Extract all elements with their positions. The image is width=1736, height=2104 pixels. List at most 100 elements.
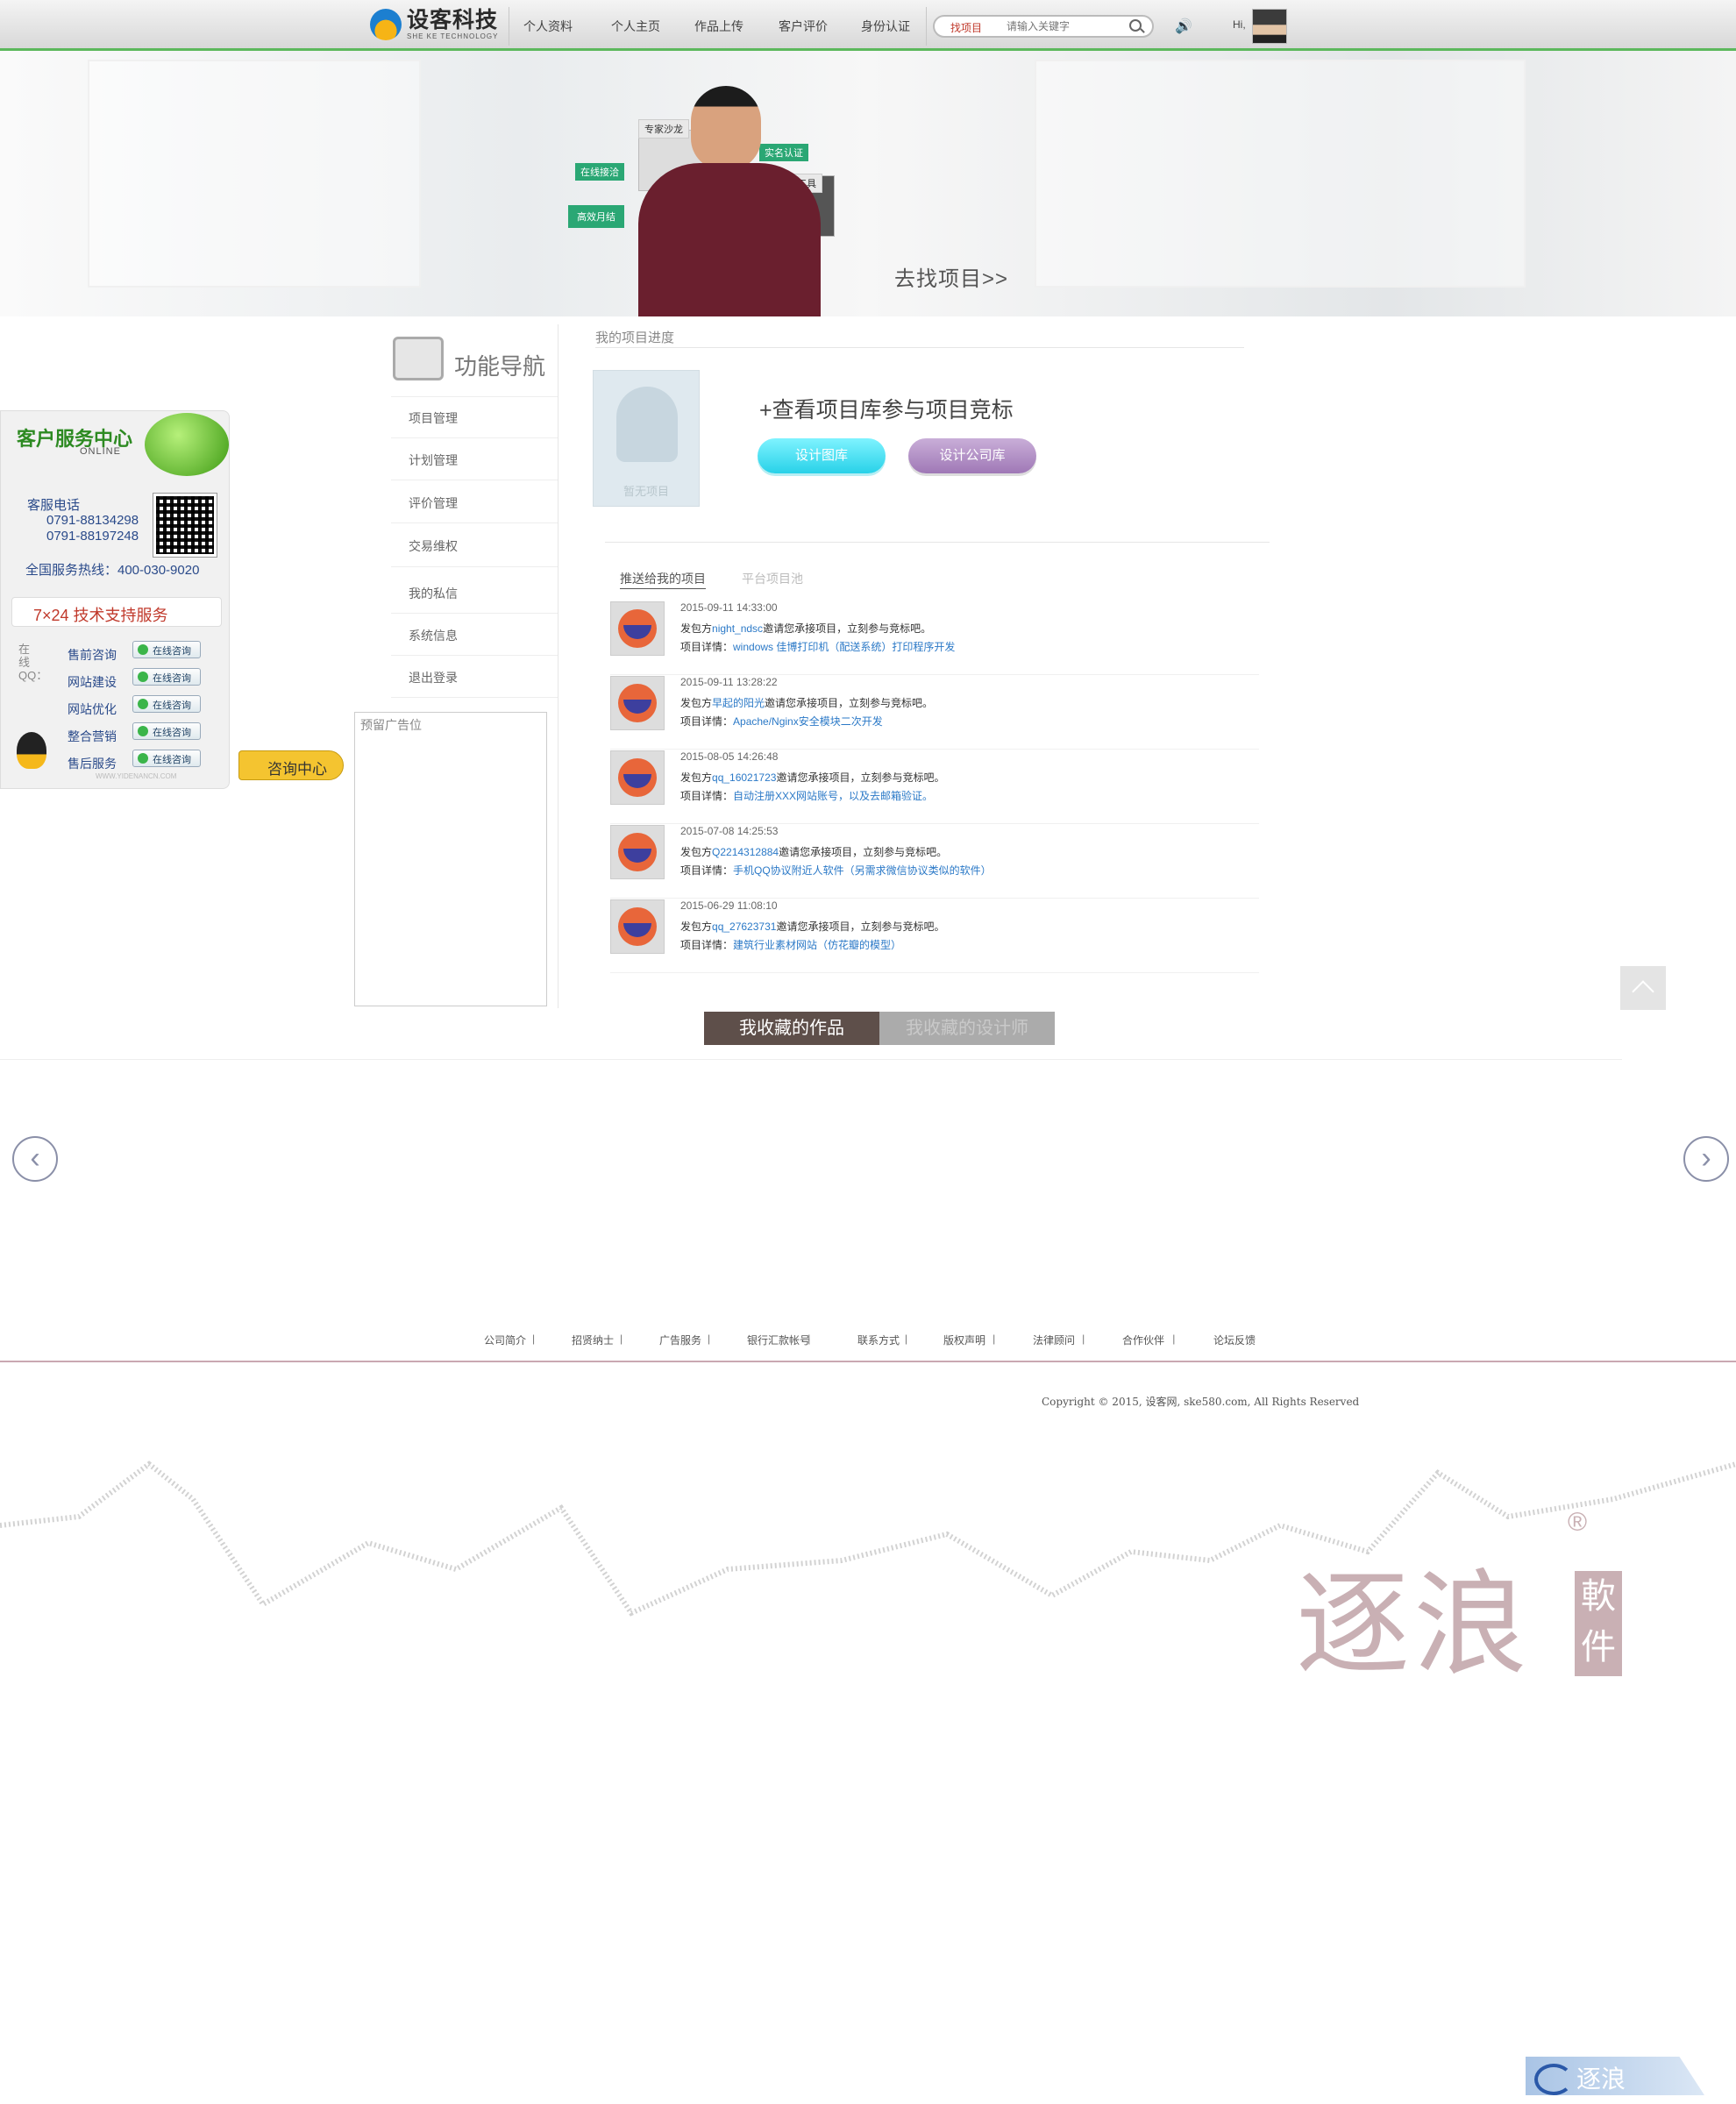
- sound-icon[interactable]: 🔊: [1175, 18, 1192, 34]
- detail-prefix: 项目详情：: [680, 939, 734, 951]
- project-item: 2015-09-11 13:28:22 发包方早起的阳光邀请您承接项目，立刻参与竞…: [610, 676, 1259, 750]
- footer-separator: |: [993, 1333, 996, 1345]
- service-online: ONLINE: [80, 446, 121, 457]
- support-banner: 7×24 技术支持服务: [11, 597, 222, 627]
- customer-service-widget: 客户服务中心 ONLINE 客服电话 0791-88134298 0791-88…: [0, 410, 230, 789]
- project-detail-link[interactable]: windows 佳博打印机（配送系统）打印程序开发: [733, 641, 955, 653]
- detail-line: 项目详情：自动注册XXX网站账号，以及去邮箱验证。: [680, 788, 933, 803]
- find-project-link[interactable]: 去找项目>>: [894, 261, 1008, 292]
- func-nav-title: 功能导航: [454, 353, 546, 380]
- carousel-next-icon[interactable]: ›: [1683, 1136, 1729, 1182]
- footer-link[interactable]: 广告服务: [659, 1333, 701, 1347]
- client-logo-icon: [610, 825, 665, 879]
- tag-online: 在线接洽: [575, 163, 624, 181]
- tab-pushed-projects[interactable]: 推送给我的项目: [620, 570, 706, 589]
- nav-upload[interactable]: 作品上传: [694, 18, 743, 35]
- nav-divider: [391, 655, 558, 656]
- service-phone-2: 0791-88197248: [46, 529, 139, 544]
- footer-link[interactable]: 论坛反馈: [1213, 1333, 1256, 1347]
- brand-watermark: 逐浪: [1296, 1558, 1532, 1691]
- online-consult-button[interactable]: 在线咨询: [132, 722, 201, 740]
- carousel-prev-icon[interactable]: ‹: [12, 1136, 58, 1182]
- tag-monthly: 高效月结: [568, 205, 624, 228]
- online-qq-label: 在线QQ：: [18, 643, 48, 682]
- client-link[interactable]: Q2214312884: [712, 846, 779, 858]
- nav-divider: [391, 697, 558, 698]
- project-item: 2015-09-11 14:33:00 发包方night_ndsc邀请您承接项目，…: [610, 601, 1259, 675]
- window-decoration: [1035, 60, 1526, 288]
- footer-link[interactable]: 版权声明: [943, 1333, 985, 1347]
- func-nav-plans[interactable]: 计划管理: [409, 451, 458, 469]
- online-consult-button[interactable]: 在线咨询: [132, 750, 201, 767]
- client-logo-icon: [610, 750, 665, 805]
- online-consult-button[interactable]: 在线咨询: [132, 695, 201, 713]
- section-divider: [595, 347, 1244, 348]
- footer-separator: |: [620, 1333, 623, 1345]
- client-link[interactable]: night_ndsc: [712, 622, 763, 635]
- func-nav-messages[interactable]: 我的私信: [409, 585, 458, 602]
- client-link[interactable]: 早起的阳光: [712, 697, 765, 709]
- search-type-select[interactable]: 找项目: [950, 20, 982, 35]
- registered-mark: ®: [1568, 1508, 1588, 1537]
- view-library-link[interactable]: +查看项目库参与项目竞标: [759, 393, 1014, 424]
- folder-icon: [393, 337, 444, 380]
- service-phone-label: 客服电话: [27, 498, 81, 513]
- project-detail-link[interactable]: 手机QQ协议附近人软件（另需求微信协议类似的软件）: [733, 864, 992, 877]
- ad-placeholder: 预留广告位: [354, 712, 547, 1006]
- search-input[interactable]: [1007, 18, 1121, 34]
- project-detail-link[interactable]: 自动注册XXX网站账号，以及去邮箱验证。: [733, 790, 933, 802]
- qr-code: [153, 493, 217, 558]
- invite-suffix: 邀请您承接项目，立刻参与竞标吧。: [776, 771, 945, 784]
- footer-link[interactable]: 银行汇款帐号: [747, 1333, 810, 1347]
- online-consult-button[interactable]: 在线咨询: [132, 641, 201, 658]
- section-divider: [605, 542, 1270, 543]
- corner-brand-logo[interactable]: 逐浪: [1526, 2057, 1704, 2095]
- footer-separator: |: [808, 1333, 811, 1345]
- project-detail-link[interactable]: 建筑行业素材网站（仿花瓣的模型）: [733, 939, 901, 951]
- detail-prefix: 项目详情：: [680, 864, 734, 877]
- project-time: 2015-06-29 11:08:10: [680, 899, 778, 912]
- nav-reviews[interactable]: 客户评价: [779, 18, 828, 35]
- consult-center-tab[interactable]: 咨询中心: [238, 750, 344, 780]
- qq-penguin-icon: [17, 732, 46, 769]
- section-divider: [0, 1059, 1622, 1060]
- user-avatar[interactable]: [1252, 9, 1287, 44]
- nav-homepage[interactable]: 个人主页: [611, 18, 660, 35]
- project-detail-link[interactable]: Apache/Nginx安全模块二次开发: [733, 715, 883, 728]
- invite-line: 发包方qq_16021723邀请您承接项目，立刻参与竞标吧。: [680, 770, 944, 785]
- tab-favorite-designers[interactable]: 我收藏的设计师: [879, 1012, 1055, 1045]
- back-to-top-button[interactable]: [1620, 966, 1666, 1010]
- func-nav-projects[interactable]: 项目管理: [409, 409, 458, 427]
- footer-separator: |: [708, 1333, 711, 1345]
- footer-separator: |: [532, 1333, 536, 1345]
- greeting: Hi,: [1233, 18, 1246, 31]
- func-nav-disputes[interactable]: 交易维权: [409, 537, 458, 555]
- nav-profile[interactable]: 个人资料: [523, 18, 573, 35]
- detail-prefix: 项目详情：: [680, 715, 734, 728]
- nav-verify[interactable]: 身份认证: [861, 18, 910, 35]
- search-icon[interactable]: [1129, 19, 1142, 32]
- online-consult-button[interactable]: 在线咨询: [132, 668, 201, 686]
- design-gallery-button[interactable]: 设计图库: [758, 438, 886, 473]
- func-nav-system[interactable]: 系统信息: [409, 627, 458, 644]
- detail-prefix: 项目详情：: [680, 790, 734, 802]
- footer-link[interactable]: 法律顾问: [1033, 1333, 1075, 1347]
- func-nav-reviews[interactable]: 评价管理: [409, 494, 458, 512]
- client-link[interactable]: qq_16021723: [712, 771, 776, 784]
- footer-link[interactable]: 招贤纳士: [572, 1333, 614, 1347]
- invite-prefix: 发包方: [680, 622, 713, 635]
- tab-favorite-works[interactable]: 我收藏的作品: [704, 1012, 879, 1045]
- project-time: 2015-07-08 14:25:53: [680, 825, 779, 837]
- site-logo[interactable]: 设客科技 SHE KE TECHNOLOGY: [370, 7, 503, 42]
- design-company-button[interactable]: 设计公司库: [908, 438, 1036, 473]
- tab-project-pool[interactable]: 平台项目池: [742, 570, 803, 587]
- footer-separator: |: [1082, 1333, 1085, 1345]
- footer-link[interactable]: 公司简介: [484, 1333, 526, 1347]
- footer-link[interactable]: 合作伙伴: [1122, 1333, 1164, 1347]
- footer-link[interactable]: 联系方式: [857, 1333, 900, 1347]
- client-link[interactable]: qq_27623731: [712, 920, 776, 933]
- client-logo-icon: [610, 676, 665, 730]
- banner-person-image: [638, 86, 821, 316]
- nav-divider: [926, 7, 927, 46]
- func-nav-logout[interactable]: 退出登录: [409, 669, 458, 686]
